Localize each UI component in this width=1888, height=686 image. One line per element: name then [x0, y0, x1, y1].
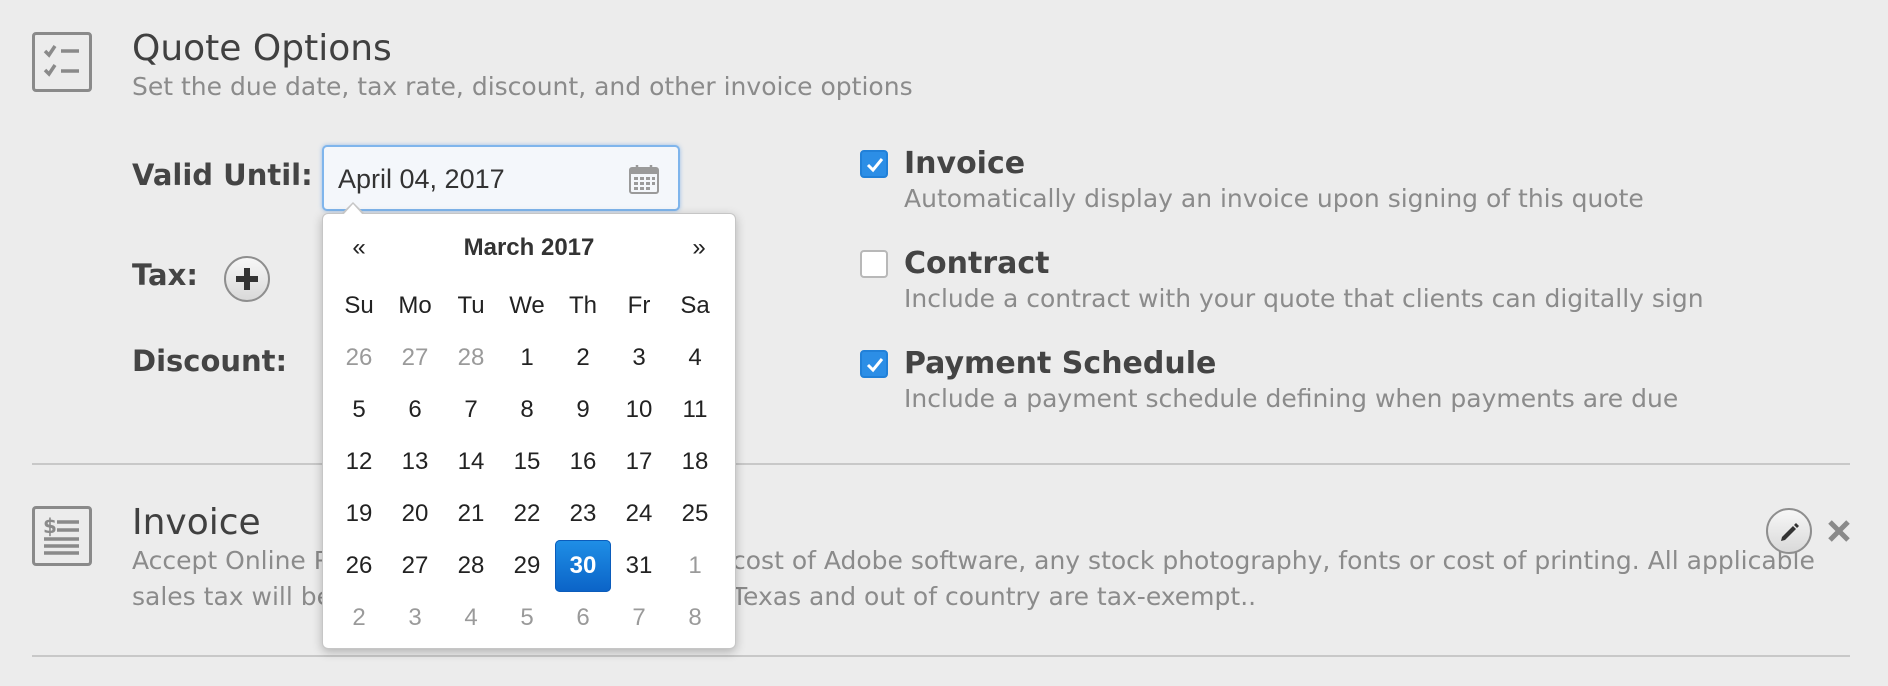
- calendar-day[interactable]: 7: [443, 384, 499, 436]
- calendar-day[interactable]: 10: [611, 384, 667, 436]
- calendar-day[interactable]: 5: [499, 592, 555, 644]
- calendar-day[interactable]: 14: [443, 436, 499, 488]
- weekday-header: We: [509, 292, 545, 319]
- discount-label: Discount:: [132, 344, 288, 378]
- calendar-day[interactable]: 3: [387, 592, 443, 644]
- weekday-header: Mo: [398, 292, 432, 319]
- prev-month-button[interactable]: «: [331, 234, 387, 262]
- contract-checkbox[interactable]: [860, 250, 888, 278]
- option-desc-contract: Include a contract with your quote that …: [904, 284, 1704, 313]
- remove-invoice-button[interactable]: [1826, 518, 1852, 552]
- calendar-day[interactable]: 12: [331, 436, 387, 488]
- option-title-payment-schedule[interactable]: Payment Schedule: [904, 346, 1216, 381]
- calendar-day[interactable]: 2: [331, 592, 387, 644]
- calendar-day[interactable]: 29: [499, 540, 555, 592]
- calendar-day[interactable]: 4: [443, 592, 499, 644]
- section-divider: [32, 463, 1850, 465]
- checklist-icon: [32, 32, 92, 92]
- calendar-day[interactable]: 4: [667, 332, 723, 384]
- weekday-header: Tu: [457, 292, 485, 319]
- datepicker-month-title[interactable]: March 2017: [387, 234, 671, 262]
- calendar-day[interactable]: 3: [611, 332, 667, 384]
- calendar-day[interactable]: 1: [667, 540, 723, 592]
- calendar-day[interactable]: 18: [667, 436, 723, 488]
- option-title-invoice[interactable]: Invoice: [904, 146, 1025, 181]
- invoice-desc-line1-right: cost of Adobe software, any stock photog…: [732, 546, 1815, 575]
- calendar-day[interactable]: 11: [667, 384, 723, 436]
- calendar-day[interactable]: 16: [555, 436, 611, 488]
- calendar-day[interactable]: 6: [387, 384, 443, 436]
- calendar-day[interactable]: 24: [611, 488, 667, 540]
- calendar-day[interactable]: 22: [499, 488, 555, 540]
- valid-until-date-input[interactable]: April 04, 2017: [322, 145, 680, 211]
- calendar-day[interactable]: 7: [611, 592, 667, 644]
- invoice-checkbox[interactable]: [860, 150, 888, 178]
- datepicker-header: « March 2017 »: [331, 228, 727, 268]
- option-desc-payment-schedule: Include a payment schedule defining when…: [904, 384, 1679, 413]
- calendar-day-selected[interactable]: 30: [555, 540, 611, 592]
- payment-schedule-checkbox[interactable]: [860, 350, 888, 378]
- svg-text:$: $: [43, 514, 57, 538]
- option-desc-invoice: Automatically display an invoice upon si…: [904, 184, 1644, 213]
- option-title-contract[interactable]: Contract: [904, 246, 1050, 281]
- close-icon: [1828, 520, 1850, 542]
- datepicker-caret-inner: [343, 204, 363, 215]
- invoice-desc-line1-left: Accept Online Pa: [132, 546, 344, 575]
- calendar-day[interactable]: 23: [555, 488, 611, 540]
- calendar-day[interactable]: 9: [555, 384, 611, 436]
- calendar-day[interactable]: 28: [443, 332, 499, 384]
- calendar-day[interactable]: 1: [499, 332, 555, 384]
- calendar-day[interactable]: 26: [331, 332, 387, 384]
- section-subtitle: Set the due date, tax rate, discount, an…: [132, 72, 913, 101]
- check-icon: [866, 158, 884, 173]
- invoice-icon: $: [32, 506, 92, 566]
- section-title: Quote Options: [132, 28, 392, 69]
- edit-invoice-button[interactable]: [1766, 508, 1812, 554]
- weekday-header: Th: [568, 292, 597, 319]
- weekday-header: Sa: [680, 292, 710, 319]
- calendar-day[interactable]: 8: [667, 592, 723, 644]
- valid-until-label: Valid Until:: [132, 158, 313, 192]
- datepicker-popup: « March 2017 » Su Mo Tu We Th Fr Sa 26 27 28 1 2 3 4 5…: [322, 202, 736, 649]
- calendar-day[interactable]: 15: [499, 436, 555, 488]
- invoice-section-title: Invoice: [132, 502, 261, 543]
- calendar-day[interactable]: 17: [611, 436, 667, 488]
- calendar-day[interactable]: 31: [611, 540, 667, 592]
- calendar-day[interactable]: 27: [387, 332, 443, 384]
- calendar-day[interactable]: 25: [667, 488, 723, 540]
- pencil-icon: [1781, 523, 1799, 541]
- check-icon: [866, 358, 884, 373]
- calendar-day[interactable]: 28: [443, 540, 499, 592]
- calendar-day[interactable]: 6: [555, 592, 611, 644]
- weekday-header: Su: [344, 292, 374, 319]
- next-month-button[interactable]: »: [671, 234, 727, 262]
- tax-label: Tax:: [132, 258, 198, 292]
- calendar-day[interactable]: 5: [331, 384, 387, 436]
- calendar-day[interactable]: 21: [443, 488, 499, 540]
- valid-until-value: April 04, 2017: [338, 164, 505, 194]
- calendar-day[interactable]: 8: [499, 384, 555, 436]
- datepicker-grid: Su Mo Tu We Th Fr Sa 26 27 28 1 2 3 4 5 6 7 8 9 10 11 12 13 14 1…: [331, 280, 727, 644]
- calendar-day[interactable]: 13: [387, 436, 443, 488]
- add-tax-button[interactable]: [224, 256, 270, 302]
- calendar-day[interactable]: 2: [555, 332, 611, 384]
- calendar-day[interactable]: 19: [331, 488, 387, 540]
- calendar-icon[interactable]: [628, 163, 660, 200]
- section-divider-bottom: [32, 655, 1850, 657]
- calendar-day[interactable]: 26: [331, 540, 387, 592]
- plus-icon: [236, 268, 258, 290]
- calendar-day[interactable]: 27: [387, 540, 443, 592]
- invoice-desc-line2-right: Texas and out of country are tax-exempt.…: [732, 582, 1257, 611]
- weekday-header: Fr: [627, 292, 651, 319]
- calendar-day[interactable]: 20: [387, 488, 443, 540]
